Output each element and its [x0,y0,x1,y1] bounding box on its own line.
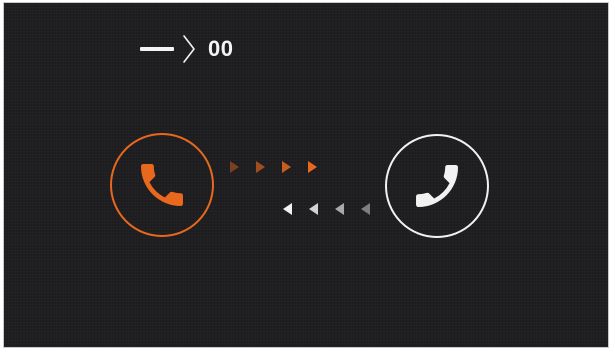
arrow-right-icon [230,161,239,173]
arrow-left-icon [283,203,292,215]
callee-phone-button[interactable] [385,134,489,238]
arrow-left-icon [335,203,344,215]
phone-handset-icon [416,165,458,207]
chevron-right-icon [183,35,195,63]
phone-handset-icon [141,164,183,206]
arrow-right-icon [256,161,265,173]
caller-phone-button[interactable] [110,133,214,237]
incoming-signal-arrows [283,201,387,217]
arrow-right-icon [308,161,317,173]
call-status-header: 00 [140,33,233,65]
arrow-left-icon [361,203,370,215]
outgoing-signal-arrows [230,159,334,175]
dash-icon [140,47,174,51]
call-screen: 00 [3,2,609,348]
arrow-right-icon [282,161,291,173]
call-counter: 00 [208,36,234,61]
arrow-left-icon [309,203,318,215]
